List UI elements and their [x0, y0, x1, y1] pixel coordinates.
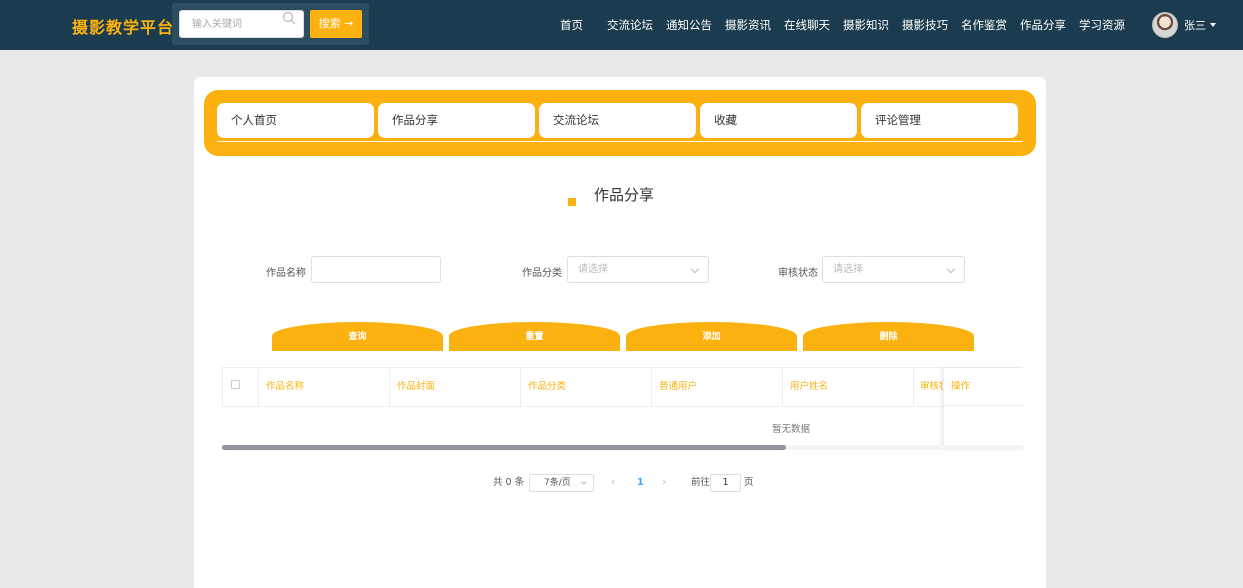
- main-nav: 首页 交流论坛 通知公告 摄影资讯 在线聊天 摄影知识 摄影技巧 名作鉴赏 作品…: [560, 0, 1138, 50]
- table-header-select: [223, 368, 259, 406]
- works-table: 作品名称 作品封面 作品分类 普通用户 用户姓名 审核状态 操作: [222, 367, 1023, 449]
- category-select-placeholder: 请选择: [578, 264, 608, 275]
- current-page[interactable]: 1: [637, 477, 644, 488]
- search-bar: 搜索 →: [172, 3, 369, 45]
- table-header: 作品名称: [259, 368, 390, 406]
- delete-button[interactable]: 删除: [803, 322, 974, 351]
- search-button[interactable]: 搜索 →: [310, 10, 362, 38]
- page-size-value: 7条/页: [544, 478, 571, 488]
- nav-item-home[interactable]: 首页: [560, 17, 583, 33]
- tab-works-share[interactable]: 作品分享: [378, 103, 535, 138]
- top-navbar: 摄影教学平台 搜索 → 首页 交流论坛 通知公告 摄影资讯 在线聊天 摄影知识 …: [0, 0, 1243, 50]
- query-button[interactable]: 查询: [272, 322, 443, 351]
- nav-item-chat[interactable]: 在线聊天: [784, 17, 830, 33]
- page-size-select[interactable]: 7条/页: [529, 474, 594, 492]
- nav-item-skills[interactable]: 摄影技巧: [902, 17, 948, 33]
- avatar[interactable]: [1152, 12, 1178, 38]
- goto-page-input[interactable]: 1: [710, 474, 741, 492]
- nav-item-knowledge[interactable]: 摄影知识: [843, 17, 889, 33]
- chevron-down-icon: [581, 479, 587, 485]
- table-header: 用户姓名: [783, 368, 914, 406]
- table-header: 操作: [944, 368, 1023, 406]
- scrollbar-thumb[interactable]: [222, 445, 786, 450]
- name-filter-input[interactable]: [311, 256, 441, 283]
- content-card: 个人首页 作品分享 交流论坛 收藏 评论管理 作品分享 作品名称 作品分类 请选…: [194, 77, 1046, 588]
- page-suffix: 页: [744, 477, 754, 488]
- tab-comment-management[interactable]: 评论管理: [861, 103, 1018, 138]
- tabs-divider: [217, 141, 1023, 142]
- nav-item-forum[interactable]: 交流论坛: [607, 17, 653, 33]
- next-page-icon[interactable]: ›: [662, 475, 666, 488]
- search-icon[interactable]: [282, 11, 296, 25]
- add-button[interactable]: 添加: [626, 322, 797, 351]
- empty-state: 暂无数据: [772, 424, 811, 435]
- category-select[interactable]: 请选择: [567, 256, 709, 283]
- category-filter-label: 作品分类: [522, 268, 562, 279]
- nav-item-news[interactable]: 摄影资讯: [725, 17, 771, 33]
- user-name[interactable]: 张三: [1184, 17, 1206, 33]
- nav-item-resources[interactable]: 学习资源: [1079, 17, 1125, 33]
- name-filter-label: 作品名称: [266, 268, 306, 279]
- prev-page-icon[interactable]: ‹: [611, 475, 615, 488]
- pagination-total: 共 0 条: [493, 477, 525, 488]
- status-select-placeholder: 请选择: [833, 264, 863, 275]
- status-filter-label: 审核状态: [778, 268, 818, 279]
- fixed-operation-column: 操作: [943, 368, 1023, 449]
- chevron-down-icon: [690, 264, 700, 274]
- table-header: 作品封面: [390, 368, 521, 406]
- table-header: 审核状态: [920, 381, 943, 392]
- profile-tabs: 个人首页 作品分享 交流论坛 收藏 评论管理: [204, 90, 1036, 156]
- status-select[interactable]: 请选择: [822, 256, 965, 283]
- tab-favorites[interactable]: 收藏: [700, 103, 857, 138]
- nav-item-masterpiece[interactable]: 名作鉴赏: [961, 17, 1007, 33]
- caret-down-icon[interactable]: [1210, 23, 1216, 27]
- table-header: 普通用户: [652, 368, 783, 406]
- select-all-checkbox[interactable]: [231, 380, 240, 389]
- nav-item-works-share[interactable]: 作品分享: [1020, 17, 1066, 33]
- tab-personal-home[interactable]: 个人首页: [217, 103, 374, 138]
- nav-item-notice[interactable]: 通知公告: [666, 17, 712, 33]
- table-header: 作品分类: [521, 368, 652, 406]
- tab-forum[interactable]: 交流论坛: [539, 103, 696, 138]
- page-title: 作品分享: [594, 186, 655, 204]
- goto-label: 前往: [691, 477, 711, 488]
- title-marker: [568, 198, 576, 206]
- chevron-down-icon: [946, 264, 956, 274]
- brand-logo[interactable]: 摄影教学平台: [72, 14, 174, 38]
- reset-button[interactable]: 重置: [449, 322, 620, 351]
